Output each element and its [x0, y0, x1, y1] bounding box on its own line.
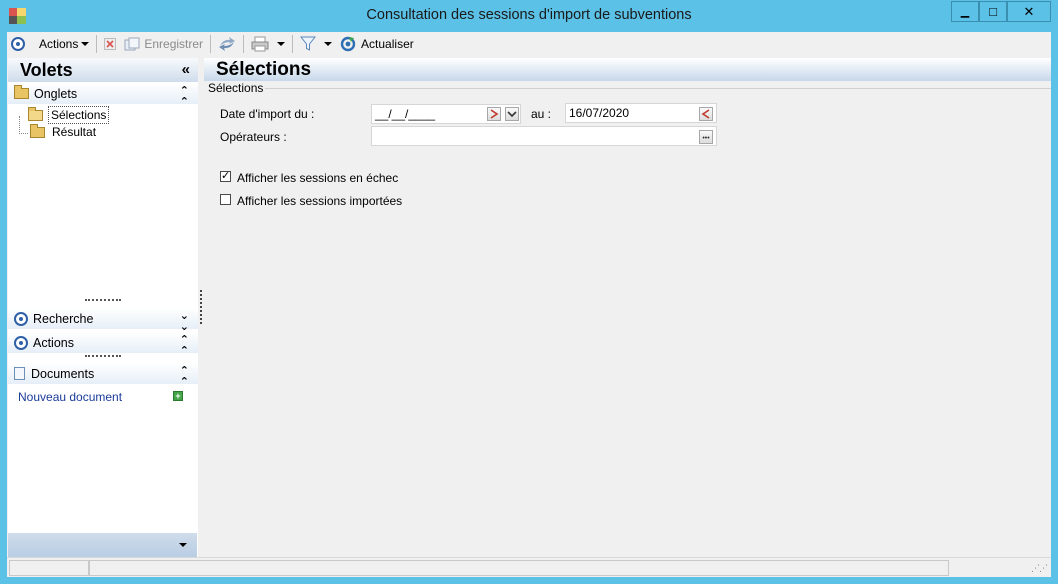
print-button[interactable]: [247, 33, 289, 55]
filter-button[interactable]: [296, 33, 336, 55]
refresh-label: Actualiser: [361, 37, 414, 51]
close-icon: ✕: [1023, 3, 1035, 19]
actions-menu-label: Actions: [39, 37, 79, 51]
toolbar-separator: [243, 35, 245, 53]
minimize-button[interactable]: ▁: [951, 1, 979, 22]
tree-item-label: Résultat: [52, 125, 97, 139]
toolbar: Actions Enregistrer Actualiser: [7, 32, 1051, 56]
delete-button[interactable]: [100, 33, 120, 55]
sync-button[interactable]: [214, 33, 240, 55]
main-header: Sélections: [204, 58, 1051, 81]
date-to-calendar-button[interactable]: [699, 107, 713, 121]
checkmark-icon: ✓: [221, 170, 231, 182]
application-window: Consultation des sessions d'import de su…: [0, 0, 1058, 584]
chevron-down-icon[interactable]: [277, 42, 286, 46]
add-document-icon[interactable]: +: [173, 391, 183, 401]
status-cell-1: [9, 560, 89, 576]
resize-grip[interactable]: [85, 355, 121, 357]
date-from-value: __/__/____: [375, 107, 436, 121]
chevron-down-icon: [507, 111, 517, 118]
actions-menu-button[interactable]: Actions: [35, 33, 93, 55]
tree-item-selections[interactable]: Sélections: [28, 106, 110, 124]
tree-item-label: Sélections: [48, 106, 110, 124]
maximize-button[interactable]: □: [979, 1, 1007, 22]
operators-input[interactable]: [371, 126, 717, 146]
minimize-icon: ▁: [960, 6, 970, 18]
group-label-onglets: Onglets: [34, 86, 78, 101]
circle-icon: [11, 37, 25, 51]
group-label-recherche: Recherche: [33, 311, 94, 326]
volets-title: Volets: [20, 59, 73, 80]
circle-menu-button[interactable]: [7, 33, 29, 55]
sync-icon: [219, 37, 236, 51]
group-label-documents: Documents: [31, 366, 95, 381]
date-from-label: Date d'import du :: [220, 107, 315, 121]
failed-sessions-label[interactable]: Afficher les sessions en échec: [237, 171, 398, 185]
operators-label: Opérateurs :: [220, 130, 287, 144]
document-icon: [14, 367, 25, 380]
failed-sessions-checkbox[interactable]: ✓: [220, 171, 231, 182]
volets-panel: Volets « Onglets ⌃ ⌃ Sélections Résultat …: [8, 58, 198, 558]
open-folder-icon: [28, 106, 43, 121]
panel-footer[interactable]: [8, 533, 197, 557]
close-button[interactable]: ✕: [1007, 1, 1051, 22]
chevron-down-icon: [81, 42, 90, 46]
status-cell-2: [89, 560, 949, 576]
folder-icon: [14, 85, 29, 99]
refresh-icon: [340, 36, 356, 52]
save-button[interactable]: Enregistrer: [120, 33, 207, 55]
refresh-button[interactable]: Actualiser: [336, 33, 418, 55]
maximize-icon: □: [989, 4, 997, 19]
arrow-right-icon: [490, 109, 499, 119]
new-document-link[interactable]: Nouveau document: [18, 390, 122, 404]
toolbar-separator: [292, 35, 294, 53]
folder-icon: [30, 123, 45, 138]
chevron-down-icon[interactable]: ⌄ ⌄: [180, 311, 189, 333]
circle-icon: [14, 311, 28, 326]
date-from-dropdown-button[interactable]: [505, 107, 519, 121]
save-label: Enregistrer: [144, 37, 204, 51]
date-to-value: 16/07/2020: [569, 106, 630, 120]
chevron-down-icon[interactable]: [324, 42, 333, 46]
operators-browse-button[interactable]: •••: [699, 130, 713, 144]
chevron-down-icon[interactable]: [179, 543, 187, 547]
volets-header: Volets «: [8, 58, 198, 82]
toolbar-separator: [210, 35, 212, 53]
group-header-actions[interactable]: Actions ⌃ ⌃: [8, 332, 198, 357]
group-header-recherche[interactable]: Recherche ⌄ ⌄: [8, 308, 198, 333]
delete-icon: [104, 38, 117, 50]
resize-grip-icon[interactable]: ⋰⋰: [1031, 563, 1048, 574]
chevron-up-icon[interactable]: ⌃ ⌃: [180, 366, 189, 388]
save-icon: [124, 37, 140, 51]
print-icon: [251, 36, 269, 52]
splitter-handle[interactable]: [200, 290, 202, 324]
title-bar[interactable]: Consultation des sessions d'import de su…: [0, 0, 1058, 32]
page-title: Sélections: [216, 58, 312, 80]
tree-connector: [19, 116, 28, 134]
arrow-left-icon: [701, 109, 710, 119]
toolbar-separator: [96, 35, 98, 53]
imported-sessions-label[interactable]: Afficher les sessions importées: [237, 194, 402, 208]
chevron-up-icon[interactable]: ⌃ ⌃: [180, 335, 189, 357]
more-icon: •••: [702, 135, 710, 142]
group-header-documents[interactable]: Documents ⌃ ⌃: [8, 363, 198, 388]
window-title: Consultation des sessions d'import de su…: [366, 7, 692, 23]
date-from-calendar-button[interactable]: [487, 107, 501, 121]
date-to-input[interactable]: 16/07/2020: [565, 103, 717, 123]
collapse-panel-icon[interactable]: «: [182, 61, 190, 78]
filter-icon: [300, 36, 317, 51]
circle-icon: [14, 335, 28, 350]
tree-item-resultat[interactable]: Résultat: [30, 123, 98, 140]
group-header-onglets[interactable]: Onglets ⌃ ⌃: [8, 83, 198, 108]
client-area: Actions Enregistrer Actualiser Volets « …: [7, 32, 1051, 577]
imported-sessions-checkbox[interactable]: [220, 194, 231, 205]
group-label-actions: Actions: [33, 335, 74, 350]
date-to-label: au :: [531, 107, 552, 121]
resize-grip[interactable]: [85, 299, 121, 301]
chevron-up-icon[interactable]: ⌃ ⌃: [180, 86, 189, 108]
status-bar: ⋰⋰: [7, 557, 1051, 577]
fieldset-legend: Sélections: [208, 81, 266, 95]
fieldset-border: [257, 88, 1051, 89]
